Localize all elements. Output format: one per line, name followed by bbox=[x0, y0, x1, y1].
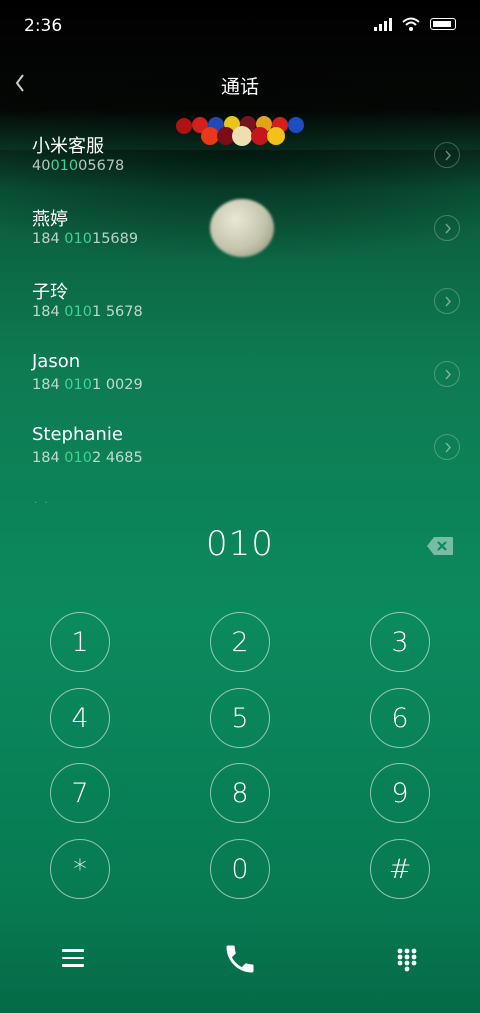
wifi-icon bbox=[402, 17, 420, 31]
contact-name: 燕婷 bbox=[32, 209, 68, 230]
header: 通话 bbox=[0, 60, 480, 108]
dialed-number-display: 010 bbox=[206, 524, 274, 564]
contact-name: Stephanie bbox=[32, 424, 123, 445]
menu-icon bbox=[62, 949, 84, 967]
contact-detail-button[interactable] bbox=[434, 361, 460, 387]
contact-number: 184 0101 0029 bbox=[32, 377, 143, 393]
key-4[interactable]: 4 bbox=[50, 688, 110, 748]
contact-detail-button[interactable] bbox=[434, 142, 460, 168]
key-star[interactable]: * bbox=[50, 839, 110, 899]
dialpad-icon bbox=[397, 948, 417, 972]
delete-button[interactable] bbox=[426, 536, 454, 556]
contact-item[interactable]: Stephanie 184 0102 4685 bbox=[0, 420, 480, 493]
status-icons bbox=[374, 17, 456, 31]
contact-number: 184 0102 4685 bbox=[32, 450, 143, 466]
contact-item[interactable]: Jason 184 0101 0029 bbox=[0, 347, 480, 420]
key-8[interactable]: 8 bbox=[210, 763, 270, 823]
key-7[interactable]: 7 bbox=[50, 763, 110, 823]
chevron-right-icon bbox=[445, 296, 451, 307]
page-title: 通话 bbox=[220, 76, 259, 98]
contact-name: Jason bbox=[32, 351, 81, 372]
contact-list: 小米客服 4001005678 燕婷 184 01015689 子玲 184 0… bbox=[0, 128, 480, 493]
contact-detail-button[interactable] bbox=[434, 288, 460, 314]
contact-number: 184 0101 5678 bbox=[32, 304, 143, 320]
more-results-indicator: · · bbox=[34, 498, 50, 509]
chevron-right-icon bbox=[445, 150, 451, 161]
bottom-bar bbox=[0, 935, 480, 985]
contact-number: 4001005678 bbox=[32, 158, 125, 174]
contact-item[interactable]: 小米客服 4001005678 bbox=[0, 128, 480, 201]
status-time: 2:36 bbox=[24, 16, 63, 36]
battery-icon bbox=[430, 18, 456, 30]
key-hash[interactable]: # bbox=[370, 839, 430, 899]
contact-name: 小米客服 bbox=[32, 136, 104, 157]
key-6[interactable]: 6 bbox=[370, 688, 430, 748]
contact-item[interactable]: 燕婷 184 01015689 bbox=[0, 201, 480, 274]
key-3[interactable]: 3 bbox=[370, 612, 430, 672]
key-5[interactable]: 5 bbox=[210, 688, 270, 748]
menu-button[interactable] bbox=[62, 949, 84, 969]
contact-detail-button[interactable] bbox=[434, 215, 460, 241]
dialpad-toggle-button[interactable] bbox=[396, 947, 418, 973]
key-9[interactable]: 9 bbox=[370, 763, 430, 823]
contact-name: 子玲 bbox=[32, 282, 68, 303]
chevron-right-icon bbox=[445, 442, 451, 453]
contact-item[interactable]: 子玲 184 0101 5678 bbox=[0, 274, 480, 347]
call-button[interactable] bbox=[222, 941, 258, 977]
contact-number: 184 01015689 bbox=[32, 231, 139, 247]
status-bar: 2:36 bbox=[0, 0, 480, 52]
key-2[interactable]: 2 bbox=[210, 612, 270, 672]
key-1[interactable]: 1 bbox=[50, 612, 110, 672]
key-0[interactable]: 0 bbox=[210, 839, 270, 899]
contact-detail-button[interactable] bbox=[434, 434, 460, 460]
chevron-right-icon bbox=[445, 223, 451, 234]
backspace-icon bbox=[427, 537, 453, 555]
signal-icon bbox=[374, 17, 392, 31]
phone-icon bbox=[226, 945, 254, 973]
chevron-right-icon bbox=[445, 369, 451, 380]
